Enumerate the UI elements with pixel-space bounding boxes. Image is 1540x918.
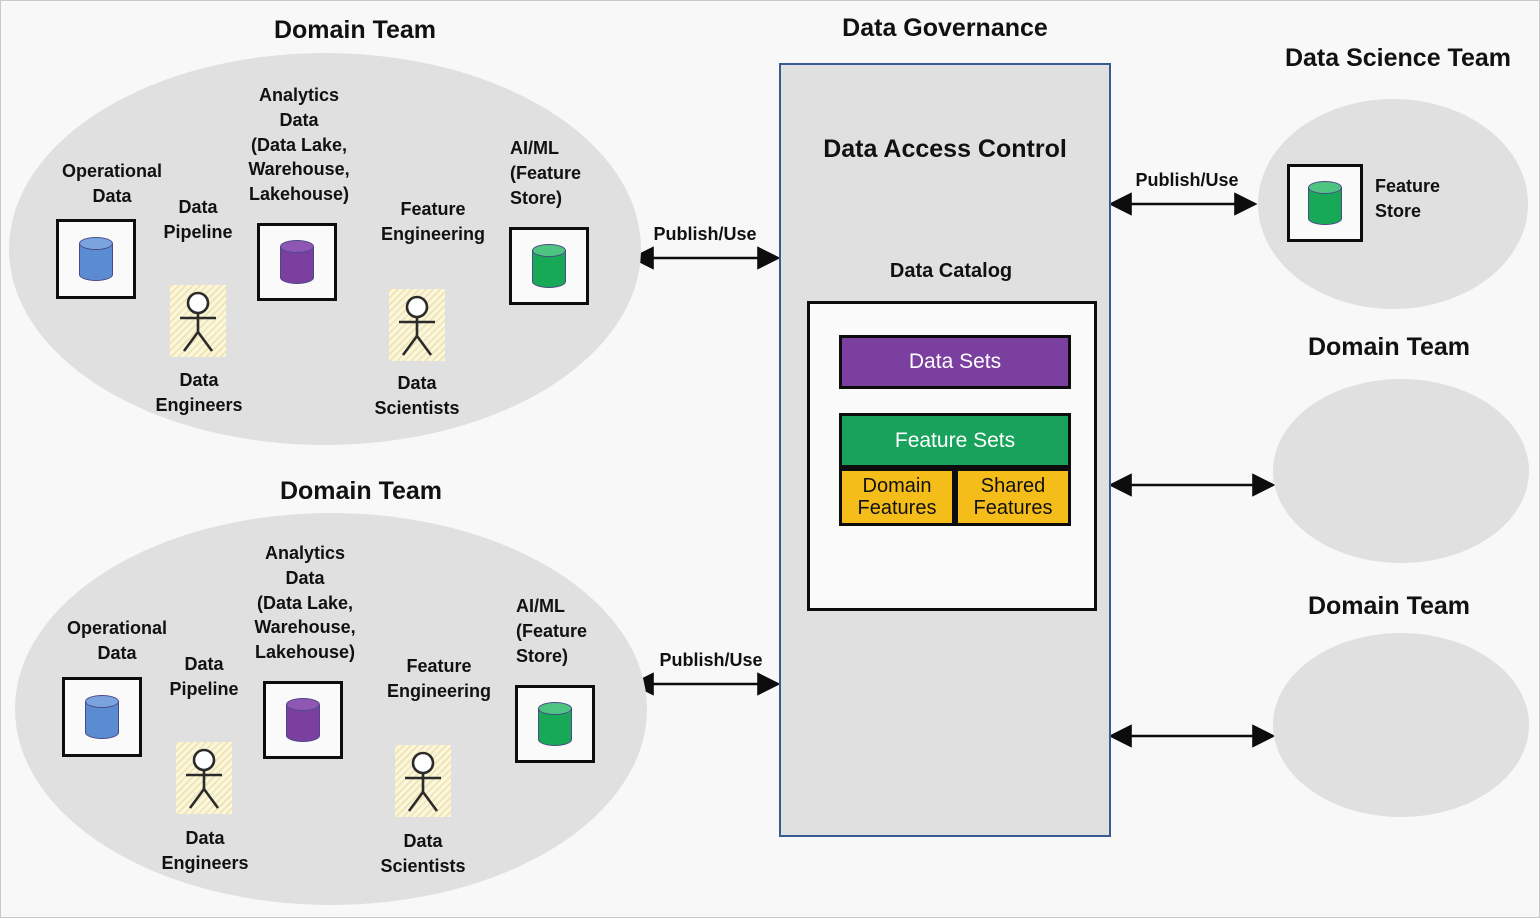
analytics-data-box-top[interactable] [257,223,337,301]
data-scientists-tile-bottom [395,745,451,817]
database-cylinder-icon [538,702,572,746]
stick-figure-icon [399,295,435,356]
data-access-control-heading: Data Access Control [823,135,1067,163]
domain-team-right-1-ellipse [1273,379,1529,563]
data-catalog-heading: Data Catalog [889,260,1013,282]
analytics-data-box-bottom[interactable] [263,681,343,759]
data-science-team-title: Data Science Team [1284,44,1512,72]
data-governance-title: Data Governance [842,14,1048,42]
analytics-data-label-top: Analytics Data (Data Lake, Warehouse, La… [248,85,350,205]
publish-use-label-bottom: Publish/Use [659,650,763,670]
publish-use-label-data-science: Publish/Use [1135,170,1239,190]
chip-shared-features[interactable]: Shared Features [955,468,1071,526]
feature-engineering-label-top: Feature Engineering [380,199,485,244]
domain-team-right-1-title: Domain Team [1307,333,1471,361]
database-cylinder-icon [79,237,113,281]
domain-team-top-title: Domain Team [273,16,437,44]
database-cylinder-icon [286,698,320,742]
chip-domain-features[interactable]: Domain Features [839,468,955,526]
aiml-feature-store-box-bottom[interactable] [515,685,595,763]
aiml-feature-store-box-top[interactable] [509,227,589,305]
database-cylinder-icon [532,244,566,288]
domain-team-right-2-ellipse [1273,633,1529,817]
data-engineers-tile-bottom [176,742,232,814]
database-cylinder-icon [280,240,314,284]
stick-figure-icon [405,751,441,812]
feature-engineering-label-bottom: Feature Engineering [386,656,491,701]
domain-team-bottom-title: Domain Team [279,477,443,505]
database-cylinder-icon [1308,181,1342,225]
publish-use-label-top: Publish/Use [653,224,757,244]
data-scientists-tile-top [389,289,445,361]
database-cylinder-icon [85,695,119,739]
aiml-feature-store-label-bottom: AI/ML (Feature Store) [516,596,588,666]
chip-data-sets[interactable]: Data Sets [839,335,1071,389]
data-engineers-label-bottom: Data Engineers [161,828,249,873]
operational-data-box-top[interactable] [56,219,136,299]
data-engineers-label-top: Data Engineers [155,370,243,415]
feature-store-label-data-science: Feature Store [1375,176,1441,221]
analytics-data-label-bottom: Analytics Data (Data Lake, Warehouse, La… [254,543,356,663]
feature-store-box-data-science[interactable] [1287,164,1363,242]
stick-figure-icon [180,291,216,352]
data-scientists-label-top: Data Scientists [374,373,460,418]
aiml-feature-store-label-top: AI/ML (Feature Store) [510,138,582,208]
diagram-canvas: Domain Team Operational Data Data Pipeli… [0,0,1540,918]
domain-team-right-2-title: Domain Team [1307,592,1471,620]
data-engineers-tile-top [170,285,226,357]
stick-figure-icon [186,748,222,809]
data-scientists-label-bottom: Data Scientists [380,831,466,876]
chip-feature-sets[interactable]: Feature Sets [839,413,1071,468]
operational-data-box-bottom[interactable] [62,677,142,757]
